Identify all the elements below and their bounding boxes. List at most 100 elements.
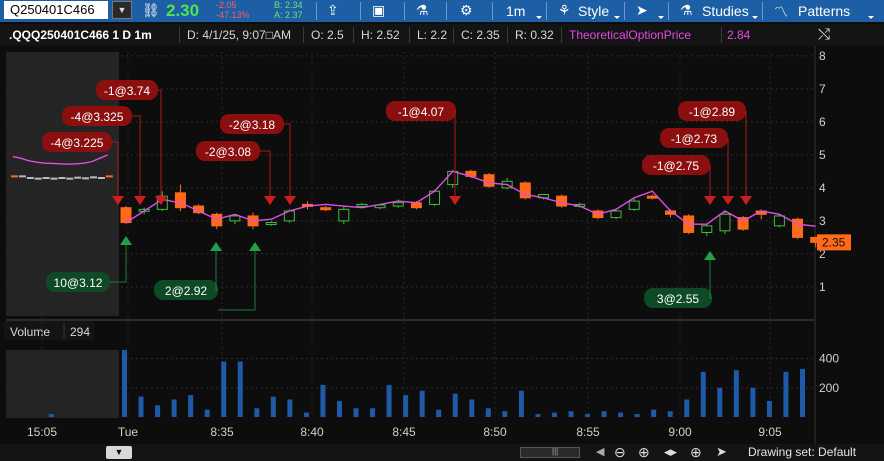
volume-bar	[254, 408, 260, 417]
chart-settings-icon[interactable]: ⤭	[818, 26, 830, 43]
trade-label: -2@3.18	[229, 118, 276, 132]
zoom-out-icon[interactable]: ⊖	[614, 444, 626, 461]
volume-bar	[48, 414, 54, 417]
toolbar-divider	[446, 2, 447, 20]
trade-label: -4@3.225	[51, 136, 104, 150]
candle-body	[410, 202, 422, 209]
candle-body	[628, 200, 640, 210]
bar-date: D: 4/1/25, 9:07□AM	[182, 27, 304, 43]
volume-bar	[370, 408, 376, 417]
net-change: -2.05	[216, 0, 237, 10]
chart-canvas[interactable]: Volume 294 87654321 400200 -4@3.225-4@3.…	[0, 46, 884, 444]
symbol-dropdown-button[interactable]: ▼	[112, 1, 132, 19]
link-icon[interactable]: ⛓	[142, 2, 160, 19]
style-icon: ⚘	[558, 2, 571, 18]
prior-day-volume-shading	[6, 350, 119, 418]
crosshair-icon[interactable]: ⊕	[690, 444, 702, 461]
volume-bar	[336, 400, 342, 417]
trade-label: 3@2.55	[657, 292, 700, 306]
symbol-input[interactable]: Q250401C466	[4, 1, 108, 19]
volume-bar	[585, 414, 591, 417]
candle-body	[447, 170, 459, 186]
horizontal-scrollbar[interactable]	[520, 447, 580, 458]
volume-bar	[601, 411, 607, 417]
candle-body	[356, 203, 368, 207]
candle-body	[174, 192, 186, 209]
toolbar-divider	[360, 2, 361, 20]
gear-icon[interactable]: ⚙	[460, 2, 473, 19]
candle-body	[265, 222, 277, 226]
studies-button[interactable]: Studies	[702, 0, 749, 22]
time-tick-label: 8:45	[392, 425, 416, 439]
volume-bar	[386, 384, 392, 417]
prior-day-bar	[82, 177, 90, 180]
last-price-label: 2.35	[822, 235, 846, 249]
volume-bar	[221, 361, 227, 417]
notebook-icon[interactable]: ▣	[372, 2, 385, 19]
trade-label: -2@3.08	[205, 145, 252, 159]
volume-bar	[667, 411, 673, 417]
prior-day-bar	[74, 176, 82, 179]
volume-bar	[353, 408, 359, 417]
low-value: L: 2.2	[412, 27, 454, 43]
flask-icon[interactable]: ⚗	[416, 2, 429, 19]
candle-body	[483, 174, 495, 187]
scroll-thumb-grip: |||	[552, 447, 559, 456]
expand-button[interactable]: ▼	[106, 446, 132, 459]
interval-button[interactable]: 1m	[506, 0, 525, 22]
ask-price: A: 2.37	[274, 10, 303, 20]
candle-body	[610, 210, 622, 219]
volume-panel-value: 294	[70, 325, 90, 339]
toolbar-divider	[492, 2, 493, 20]
volume-bar	[204, 409, 210, 417]
volume-bar	[651, 409, 657, 417]
volume-bar	[518, 390, 524, 417]
drawing-set-label[interactable]: Drawing set: Default	[748, 445, 856, 459]
time-tick-label: 9:05	[758, 425, 782, 439]
chevron-down-icon	[868, 16, 874, 19]
dropdown-icon: ▼	[117, 5, 127, 15]
scroll-left-icon[interactable]: ◀	[596, 445, 604, 458]
toolbar-divider	[546, 2, 547, 20]
prior-day-bar	[58, 177, 66, 179]
volume-bar	[419, 390, 425, 417]
pan-arrows-icon[interactable]: ◂▸	[664, 444, 677, 460]
volume-bar	[750, 387, 756, 417]
volume-bar	[237, 361, 243, 417]
volume-bar	[403, 395, 409, 417]
toolbar-divider	[762, 2, 763, 20]
volume-bar	[469, 399, 475, 417]
share-icon[interactable]: ⇪	[327, 2, 339, 19]
time-tick-label: 15:05	[27, 425, 57, 439]
zoom-in-icon[interactable]: ⊕	[638, 444, 650, 461]
price-tick-label: 1	[819, 280, 826, 294]
price-tick-label: 4	[819, 181, 826, 195]
prior-day-bar	[90, 176, 97, 179]
bid-price: B: 2.34	[274, 0, 303, 10]
cursor-icon[interactable]: ➤	[636, 2, 648, 19]
prior-day-bar	[34, 177, 42, 180]
volume-bar	[783, 371, 789, 417]
trade-label: -1@3.74	[104, 84, 151, 98]
main-toolbar: Q250401C466 ▼ ⛓ 2.30 -2.05 -47.13% B: 2.…	[0, 0, 884, 22]
toolbar-divider	[668, 2, 669, 20]
chart-info-bar: .QQQ250401C466 1 D 1m D: 4/1/25, 9:07□AM…	[0, 24, 884, 46]
volume-bar	[436, 409, 442, 417]
style-button[interactable]: Style	[578, 0, 609, 22]
high-value: H: 2.52	[356, 27, 410, 43]
cursor-icon[interactable]: ➤	[716, 444, 727, 460]
volume-bar	[188, 395, 194, 417]
toolbar-divider	[404, 2, 405, 20]
candle-body	[701, 225, 713, 233]
volume-bar	[502, 411, 508, 417]
price-tick-label: 5	[819, 148, 826, 162]
prior-day-bar	[11, 175, 18, 178]
price-tick-label: 3	[819, 214, 826, 228]
studies-flask-icon: ⚗	[680, 2, 693, 18]
candle-body	[211, 213, 223, 227]
volume-bar	[122, 349, 127, 417]
volume-bar	[287, 399, 293, 417]
chevron-down-icon	[752, 16, 758, 19]
chevron-down-icon	[614, 16, 620, 19]
patterns-button[interactable]: Patterns	[798, 0, 850, 22]
